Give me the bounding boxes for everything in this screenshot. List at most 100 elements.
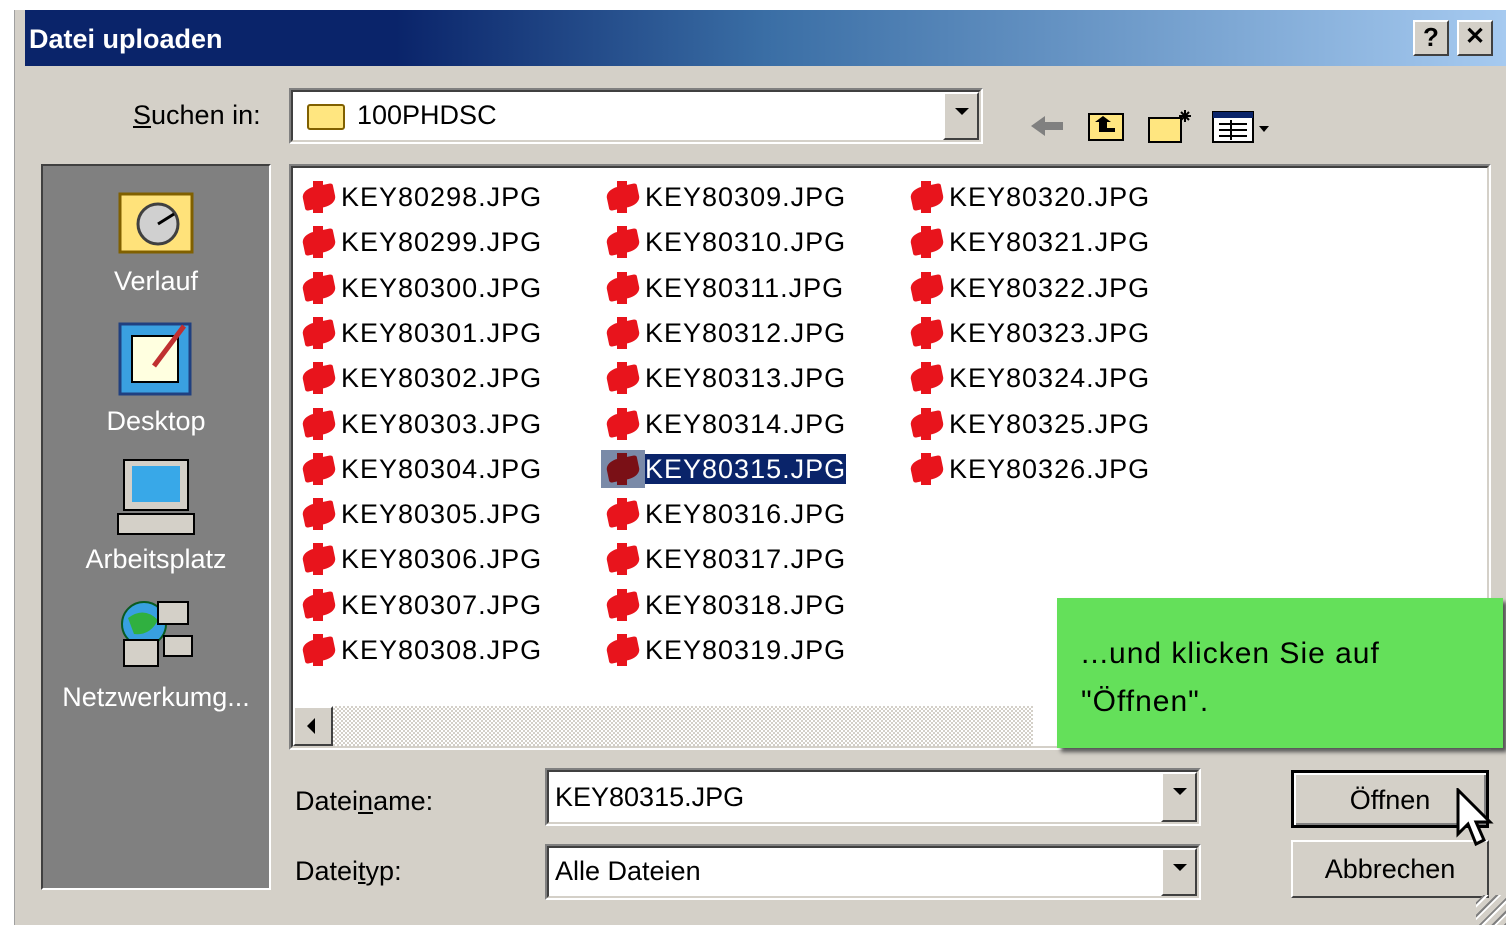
file-item[interactable]: KEY80311.JPG — [601, 269, 844, 307]
file-item[interactable]: KEY80298.JPG — [297, 178, 542, 216]
file-item[interactable]: KEY80321.JPG — [905, 223, 1150, 261]
file-item[interactable]: KEY80307.JPG — [297, 586, 542, 624]
new-folder-button[interactable] — [1145, 106, 1197, 146]
cancel-button[interactable]: Abbrechen — [1291, 840, 1489, 898]
place-desktop[interactable]: Desktop — [43, 320, 269, 437]
close-button[interactable]: ✕ — [1457, 20, 1493, 56]
file-item[interactable]: KEY80300.JPG — [297, 269, 542, 307]
file-item[interactable]: KEY80325.JPG — [905, 405, 1150, 443]
file-item[interactable]: KEY80322.JPG — [905, 269, 1150, 307]
jpg-file-icon — [601, 631, 645, 669]
file-item[interactable]: KEY80309.JPG — [601, 178, 846, 216]
file-name: KEY80316.JPG — [645, 499, 847, 530]
jpg-file-icon — [601, 223, 645, 261]
scroll-left-button[interactable] — [293, 706, 333, 746]
filetype-value: Alle Dateien — [555, 856, 701, 886]
file-name: KEY80298.JPG — [341, 182, 543, 212]
new-folder-icon — [1148, 110, 1191, 143]
view-list-icon — [1212, 111, 1269, 143]
jpg-file-icon — [905, 450, 949, 488]
file-item[interactable]: KEY80318.JPG — [601, 586, 846, 624]
file-name: KEY80304.JPG — [341, 453, 543, 484]
up-folder-button[interactable] — [1085, 106, 1129, 146]
file-item[interactable]: KEY80324.JPG — [905, 359, 1150, 397]
jpg-file-icon — [601, 495, 645, 533]
lookin-dropdown-button[interactable] — [943, 92, 979, 140]
file-name: KEY80318.JPG — [645, 589, 847, 620]
file-item[interactable]: KEY80310.JPG — [601, 223, 846, 261]
jpg-file-icon — [905, 405, 949, 443]
file-name: KEY80315.JPG — [643, 452, 848, 485]
file-name: KEY80300.JPG — [341, 272, 543, 303]
resize-grip[interactable] — [1476, 895, 1506, 925]
file-item[interactable]: KEY80306.JPG — [297, 540, 542, 578]
file-item[interactable]: KEY80304.JPG — [297, 450, 542, 488]
file-name: KEY80305.JPG — [341, 499, 543, 530]
file-item[interactable]: KEY80323.JPG — [905, 314, 1150, 352]
file-name: KEY80317.JPG — [645, 544, 847, 575]
jpg-file-icon — [297, 314, 341, 352]
title-bar[interactable]: Datei uploaden ? ✕ — [25, 10, 1506, 66]
file-item[interactable]: KEY80326.JPG — [905, 450, 1150, 488]
jpg-file-icon — [905, 223, 949, 261]
view-menu-button[interactable] — [1211, 106, 1275, 146]
up-folder-icon — [1088, 113, 1124, 141]
file-name: KEY80325.JPG — [949, 408, 1151, 439]
file-name: KEY80302.JPG — [341, 363, 543, 394]
file-item[interactable]: KEY80315.JPG — [601, 449, 848, 488]
jpg-file-icon — [601, 269, 645, 307]
filename-dropdown-button[interactable] — [1161, 772, 1197, 822]
place-my-computer[interactable]: Arbeitsplatz — [43, 458, 269, 575]
filename-input[interactable]: KEY80315.JPG — [555, 782, 744, 813]
file-item[interactable]: KEY80319.JPG — [601, 631, 846, 669]
filename-label: Dateiname: — [295, 786, 434, 816]
file-item[interactable]: KEY80317.JPG — [601, 540, 846, 578]
jpg-file-icon — [297, 586, 341, 624]
file-item[interactable]: KEY80316.JPG — [601, 495, 846, 533]
file-name: KEY80299.JPG — [341, 227, 543, 258]
file-name: KEY80323.JPG — [949, 317, 1151, 348]
file-name: KEY80311.JPG — [645, 272, 845, 303]
jpg-file-icon — [297, 450, 341, 488]
desktop-icon — [114, 320, 198, 400]
file-item[interactable]: KEY80320.JPG — [905, 178, 1150, 216]
jpg-file-icon — [297, 540, 341, 578]
file-item[interactable]: KEY80305.JPG — [297, 495, 542, 533]
jpg-file-icon — [601, 449, 645, 488]
file-name: KEY80306.JPG — [341, 544, 543, 575]
jpg-file-icon — [905, 269, 949, 307]
folder-icon — [307, 104, 345, 130]
horizontal-scrollbar[interactable] — [293, 706, 1033, 746]
jpg-file-icon — [297, 631, 341, 669]
file-item[interactable]: KEY80314.JPG — [601, 405, 846, 443]
back-button[interactable] — [1027, 106, 1067, 146]
jpg-file-icon — [297, 359, 341, 397]
file-item[interactable]: KEY80303.JPG — [297, 405, 542, 443]
jpg-file-icon — [905, 314, 949, 352]
file-item[interactable]: KEY80299.JPG — [297, 223, 542, 261]
network-icon — [114, 596, 198, 676]
file-item[interactable]: KEY80308.JPG — [297, 631, 542, 669]
file-name: KEY80319.JPG — [645, 635, 847, 665]
help-button[interactable]: ? — [1413, 20, 1449, 56]
file-item[interactable]: KEY80312.JPG — [601, 314, 846, 352]
place-history[interactable]: Verlauf — [43, 180, 269, 297]
lookin-label: Suchen in: — [133, 100, 261, 130]
place-network[interactable]: Netzwerkumg... — [43, 596, 269, 713]
jpg-file-icon — [905, 359, 949, 397]
file-item[interactable]: KEY80313.JPG — [601, 359, 846, 397]
filetype-combobox[interactable]: Alle Dateien — [545, 844, 1201, 900]
file-name: KEY80321.JPG — [949, 227, 1151, 258]
lookin-combobox[interactable]: 100PHDSC — [289, 88, 983, 144]
file-item[interactable]: KEY80302.JPG — [297, 359, 542, 397]
history-folder-icon — [114, 180, 198, 260]
jpg-file-icon — [601, 405, 645, 443]
filetype-dropdown-button[interactable] — [1161, 848, 1197, 896]
file-upload-dialog: Datei uploaden ? ✕ Suchen in: 100PHDSC V… — [14, 10, 1506, 925]
file-name: KEY80324.JPG — [949, 363, 1151, 394]
file-name: KEY80309.JPG — [645, 182, 847, 212]
jpg-file-icon — [297, 269, 341, 307]
file-item[interactable]: KEY80301.JPG — [297, 314, 542, 352]
jpg-file-icon — [601, 178, 645, 216]
filename-combobox[interactable]: KEY80315.JPG — [545, 768, 1201, 826]
